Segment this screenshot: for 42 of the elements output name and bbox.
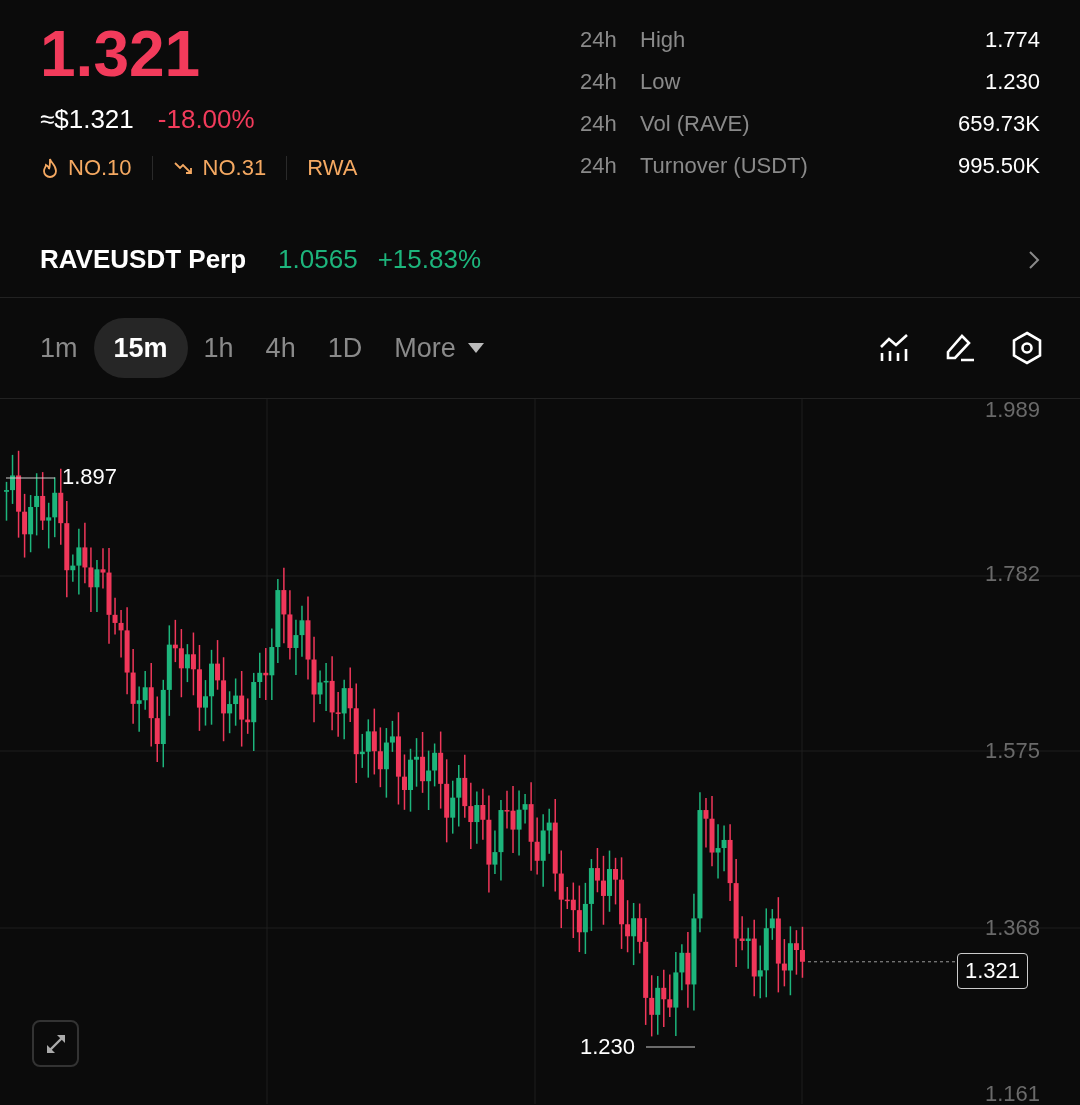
stat-value: 995.50K <box>958 151 1040 180</box>
low-marker: 1.230 <box>580 1036 636 1058</box>
perp-change: +15.83% <box>377 243 482 276</box>
axis-label: 1.161 <box>984 1083 1040 1105</box>
stat-label: Low <box>640 67 682 96</box>
stat-label: High <box>640 25 687 54</box>
stat-value: 1.774 <box>984 25 1040 54</box>
stat-value: 1.230 <box>984 67 1040 96</box>
stat-period: 24h <box>580 67 618 96</box>
interval-tab[interactable]: 4h <box>249 318 312 378</box>
interval-tab[interactable]: 15m <box>93 318 188 378</box>
tag-label: NO.31 <box>202 154 267 182</box>
interval-tab[interactable]: 1m <box>24 318 94 378</box>
settings-icon <box>1011 331 1043 365</box>
chevron-right-icon <box>1028 249 1040 270</box>
high-marker: 1.897 <box>62 466 118 488</box>
stat-label: Turnover (USDT) <box>640 151 809 180</box>
tag-label: RWA <box>307 154 358 182</box>
perp-name: RAVEUSDT Perp <box>40 243 247 276</box>
price-change: -18.00% <box>157 103 255 136</box>
axis-label: 1.989 <box>984 399 1040 421</box>
flame-icon <box>40 156 60 179</box>
perp-price: 1.0565 <box>278 243 358 276</box>
stat-period: 24h <box>580 109 618 138</box>
last-price-tag: 1.321 <box>957 953 1029 989</box>
perp-row[interactable]: RAVEUSDT Perp 1.0565 +15.83% <box>0 222 1080 298</box>
stat-value: 659.73K <box>958 109 1040 138</box>
stat-period: 24h <box>580 151 618 180</box>
interval-tab[interactable]: 1D <box>311 318 379 378</box>
caret-down-icon <box>467 343 484 353</box>
axis-label: 1.782 <box>984 563 1040 585</box>
stat-label: Vol (RAVE) <box>640 109 751 138</box>
tag-label: NO.10 <box>68 154 132 182</box>
axis-label: 1.368 <box>984 917 1040 939</box>
last-price: 1.321 <box>40 17 202 92</box>
trend-down-icon <box>172 159 195 176</box>
expand-button[interactable] <box>32 1020 79 1067</box>
more-dropdown[interactable]: More <box>378 318 500 378</box>
interval-tab[interactable]: 1h <box>187 318 250 378</box>
stat-period: 24h <box>580 25 618 54</box>
usd-price: ≈$1.321 <box>40 103 134 136</box>
axis-label: 1.575 <box>984 740 1040 762</box>
